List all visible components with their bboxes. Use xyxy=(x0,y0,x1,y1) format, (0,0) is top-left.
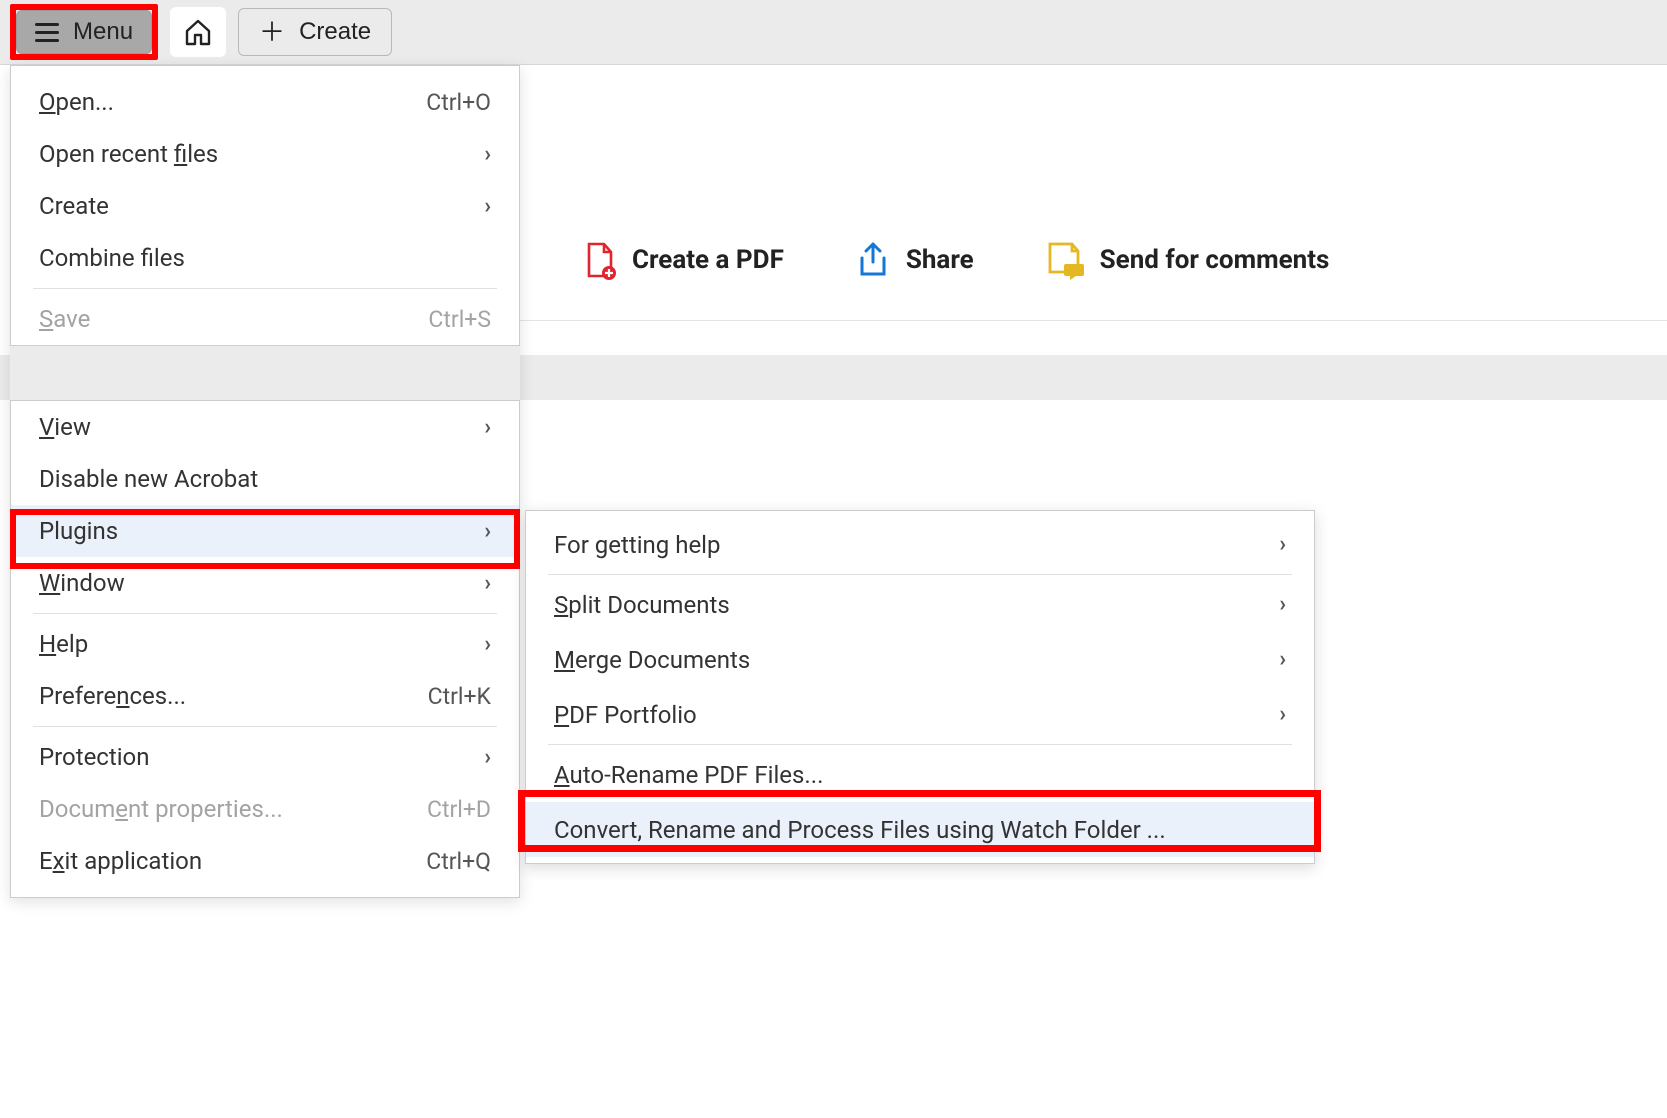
menu-item-label: Plugins xyxy=(39,517,118,545)
submenu-item-label: Merge Documents xyxy=(554,646,750,674)
menu-item-view[interactable]: View › xyxy=(11,401,519,453)
plugins-submenu: For getting help › Split Documents › Mer… xyxy=(525,510,1315,864)
menu-item-protection[interactable]: Protection › xyxy=(11,731,519,783)
menu-item-label: Document properties... xyxy=(39,795,283,823)
submenu-item-pdf-portfolio[interactable]: PDF Portfolio › xyxy=(526,687,1314,742)
menu-shortcut: Ctrl+Q xyxy=(426,848,491,875)
submenu-item-label: PDF Portfolio xyxy=(554,701,697,729)
menu-item-open[interactable]: Open... Ctrl+O xyxy=(11,76,519,128)
submenu-item-split-documents[interactable]: Split Documents › xyxy=(526,577,1314,632)
action-share-label: Share xyxy=(906,245,974,275)
menu-item-label: Create xyxy=(39,192,109,220)
menu-button-label: Menu xyxy=(73,18,133,46)
home-button[interactable] xyxy=(170,7,226,57)
create-button[interactable]: ＋ Create xyxy=(238,8,392,56)
submenu-item-label: Auto-Rename PDF Files... xyxy=(554,761,823,789)
menu-item-label: Save xyxy=(39,305,90,333)
submenu-item-label: Convert, Rename and Process Files using … xyxy=(554,816,1166,844)
action-share[interactable]: Share xyxy=(854,240,974,280)
chevron-right-icon: › xyxy=(1279,592,1286,617)
menu-item-open-recent[interactable]: Open recent files › xyxy=(11,128,519,180)
chevron-right-icon: › xyxy=(1279,702,1286,727)
menu-shortcut: Ctrl+D xyxy=(427,796,491,823)
action-send-comments-label: Send for comments xyxy=(1100,245,1330,275)
menu-item-label: Help xyxy=(39,630,88,658)
menu-item-label: Combine files xyxy=(39,244,185,272)
action-create-pdf-label: Create a PDF xyxy=(632,245,784,275)
menu-gap xyxy=(10,345,520,401)
menu-item-help[interactable]: Help › xyxy=(11,618,519,670)
menu-item-label: Protection xyxy=(39,743,150,771)
menu-item-label: Window xyxy=(39,569,125,597)
quick-actions-strip: Create a PDF Share Send for comments xyxy=(520,200,1667,321)
menu-item-save: Save Ctrl+S xyxy=(11,293,519,345)
comments-icon xyxy=(1044,240,1086,280)
menu-item-create[interactable]: Create › xyxy=(11,180,519,232)
chevron-right-icon: › xyxy=(484,142,491,167)
chevron-right-icon: › xyxy=(484,194,491,219)
plus-icon: ＋ xyxy=(259,19,285,45)
submenu-item-auto-rename[interactable]: Auto-Rename PDF Files... xyxy=(526,747,1314,802)
submenu-item-merge-documents[interactable]: Merge Documents › xyxy=(526,632,1314,687)
action-create-pdf[interactable]: Create a PDF xyxy=(580,240,784,280)
menu-separator xyxy=(548,744,1292,745)
menu-item-document-properties: Document properties... Ctrl+D xyxy=(11,783,519,835)
menu-item-label: Open recent files xyxy=(39,140,218,168)
submenu-item-help[interactable]: For getting help › xyxy=(526,517,1314,572)
menu-shortcut: Ctrl+O xyxy=(426,89,491,116)
menu-separator xyxy=(33,288,497,289)
menu-separator xyxy=(33,613,497,614)
pdf-icon xyxy=(580,240,618,280)
chevron-right-icon: › xyxy=(484,519,491,544)
chevron-right-icon: › xyxy=(1279,532,1286,557)
submenu-item-watch-folder[interactable]: Convert, Rename and Process Files using … xyxy=(526,802,1314,857)
chevron-right-icon: › xyxy=(1279,647,1286,672)
share-icon xyxy=(854,240,892,280)
menu-separator xyxy=(548,574,1292,575)
menu-item-preferences[interactable]: Preferences... Ctrl+K xyxy=(11,670,519,722)
home-icon xyxy=(183,18,213,46)
toolbar: Menu ＋ Create xyxy=(0,0,1667,65)
menu-separator xyxy=(33,726,497,727)
menu-item-disable-new-acrobat[interactable]: Disable new Acrobat xyxy=(11,453,519,505)
action-send-comments[interactable]: Send for comments xyxy=(1044,240,1330,280)
chevron-right-icon: › xyxy=(484,415,491,440)
menu-shortcut: Ctrl+K xyxy=(428,683,491,710)
menu-item-label: Open... xyxy=(39,88,114,116)
menu-item-label: Preferences... xyxy=(39,682,186,710)
submenu-item-label: Split Documents xyxy=(554,591,730,619)
menu-dropdown: Open... Ctrl+O Open recent files › Creat… xyxy=(10,65,520,898)
menu-item-exit[interactable]: Exit application Ctrl+Q xyxy=(11,835,519,887)
highlight-menu-button: Menu xyxy=(10,4,158,60)
create-button-label: Create xyxy=(299,18,371,46)
menu-item-label: Exit application xyxy=(39,847,202,875)
menu-button[interactable]: Menu xyxy=(16,10,152,54)
menu-item-label: Disable new Acrobat xyxy=(39,465,258,493)
menu-item-plugins[interactable]: Plugins › xyxy=(11,505,519,557)
hamburger-icon xyxy=(35,23,59,42)
chevron-right-icon: › xyxy=(484,632,491,657)
menu-item-combine[interactable]: Combine files xyxy=(11,232,519,284)
menu-item-window[interactable]: Window › xyxy=(11,557,519,609)
submenu-item-label: For getting help xyxy=(554,531,720,559)
menu-item-label: View xyxy=(39,413,91,441)
chevron-right-icon: › xyxy=(484,745,491,770)
menu-shortcut: Ctrl+S xyxy=(428,306,491,333)
chevron-right-icon: › xyxy=(484,571,491,596)
